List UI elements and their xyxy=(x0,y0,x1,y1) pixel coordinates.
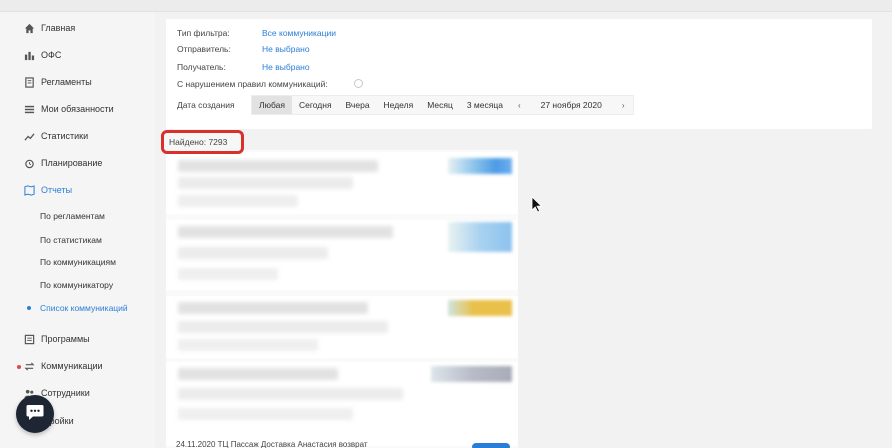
program-icon xyxy=(23,333,35,345)
communications-list xyxy=(166,150,518,448)
period-month-button[interactable]: Месяц xyxy=(420,96,460,114)
sidebar-subitem-label: По статистикам xyxy=(40,235,102,245)
blurred-text xyxy=(178,321,388,333)
sidebar-subitem-by-communicator[interactable]: По коммуникатору xyxy=(40,276,155,294)
period-selector: Любая Сегодня Вчера Неделя Месяц 3 месяц… xyxy=(251,95,634,115)
filter-violation-row: С нарушением правил коммуникаций: xyxy=(177,77,377,91)
trend-icon xyxy=(23,130,35,142)
date-value[interactable]: 27 ноября 2020 xyxy=(529,100,614,110)
sidebar-subitem-by-statistics[interactable]: По статистикам xyxy=(40,231,155,249)
list-icon xyxy=(23,103,35,115)
sidebar-item-label: Отчеты xyxy=(41,185,73,195)
blurred-text xyxy=(178,268,278,280)
notification-dot xyxy=(17,365,21,369)
filter-recipient-row: Получатель: Не выбрано xyxy=(177,60,310,74)
filter-sender-label: Отправитель: xyxy=(177,44,231,54)
blurred-text xyxy=(178,195,298,207)
home-icon xyxy=(23,22,35,34)
filter-violation-label: С нарушением правил коммуникаций: xyxy=(177,79,328,89)
filter-type-select[interactable]: Все коммуникации xyxy=(262,28,336,38)
sidebar-item-duties[interactable]: Мои обязанности xyxy=(0,98,155,120)
blurred-text xyxy=(178,160,378,172)
status-tag xyxy=(472,443,510,448)
date-filter-row: Дата создания Любая Сегодня Вчера Неделя… xyxy=(177,95,634,115)
sidebar-item-planning[interactable]: Планирование xyxy=(0,152,155,174)
sidebar-subitem-label: По регламентам xyxy=(40,211,105,221)
sidebar-item-label: Мои обязанности xyxy=(41,104,114,114)
period-any-button[interactable]: Любая xyxy=(252,96,292,114)
sidebar-subitem-label: По коммуникатору xyxy=(40,280,114,290)
date-filter-label: Дата создания xyxy=(177,100,235,110)
filter-recipient-label: Получатель: xyxy=(177,62,226,72)
chat-bubble-icon xyxy=(25,402,45,427)
status-tag xyxy=(448,222,512,252)
list-item[interactable] xyxy=(166,152,518,214)
sidebar: Главная ОФС Регламенты Мои обязанности С… xyxy=(0,12,155,448)
blurred-text xyxy=(178,177,353,189)
blurred-text xyxy=(178,408,353,420)
date-prev-button[interactable]: ‹ xyxy=(510,101,529,110)
found-count-label: Найдено: 7293 xyxy=(169,137,228,147)
list-item[interactable] xyxy=(166,296,518,358)
list-item[interactable] xyxy=(166,362,518,446)
sidebar-subitem-by-communications[interactable]: По коммуникациям xyxy=(40,253,155,271)
blurred-text xyxy=(178,339,318,351)
period-3months-button[interactable]: 3 месяца xyxy=(460,96,510,114)
filter-panel: Тип фильтра: Все коммуникации Отправител… xyxy=(166,19,872,129)
sidebar-item-programs[interactable]: Программы xyxy=(0,328,155,350)
sidebar-subitem-by-reglaments[interactable]: По регламентам xyxy=(40,207,155,225)
violation-radio[interactable] xyxy=(354,79,363,88)
arrows-icon xyxy=(23,360,35,372)
sidebar-subitem-label: По коммуникациям xyxy=(40,257,116,267)
period-week-button[interactable]: Неделя xyxy=(377,96,421,114)
mouse-cursor-icon xyxy=(531,196,543,218)
document-icon xyxy=(23,76,35,88)
filter-recipient-select[interactable]: Не выбрано xyxy=(262,62,310,72)
filter-sender-row: Отправитель: Не выбрано xyxy=(177,42,310,56)
sidebar-item-statistics[interactable]: Статистики xyxy=(0,125,155,147)
filter-type-label: Тип фильтра: xyxy=(177,28,230,38)
active-dot xyxy=(27,306,31,310)
sidebar-item-label: Программы xyxy=(41,334,90,344)
sidebar-item-home[interactable]: Главная xyxy=(0,17,155,39)
filter-sender-select[interactable]: Не выбрано xyxy=(262,44,310,54)
sidebar-item-label: Сотрудники xyxy=(41,388,90,398)
chat-button[interactable] xyxy=(16,395,54,433)
blurred-text xyxy=(178,226,393,238)
sidebar-item-label: Планирование xyxy=(41,158,103,168)
filter-type-row: Тип фильтра: Все коммуникации xyxy=(177,26,336,40)
status-tag xyxy=(431,366,512,382)
status-tag xyxy=(448,300,512,316)
sidebar-item-label: Регламенты xyxy=(41,77,92,87)
blurred-text xyxy=(178,388,403,400)
blurred-text xyxy=(178,368,338,380)
found-count: Найдено: 7293 xyxy=(161,130,244,154)
blurred-text xyxy=(178,247,328,259)
alarm-clock-icon xyxy=(23,157,35,169)
list-item[interactable] xyxy=(166,220,518,290)
report-icon xyxy=(23,184,35,196)
top-bar xyxy=(0,0,892,12)
sidebar-subitem-communications-list[interactable]: Список коммуникаций xyxy=(27,299,155,317)
sidebar-item-label: Коммуникации xyxy=(41,361,103,371)
sidebar-item-reglaments[interactable]: Регламенты xyxy=(0,71,155,93)
list-item-title[interactable]: 24.11.2020 ТЦ Пассаж Доставка Анастасия … xyxy=(176,440,368,448)
period-yesterday-button[interactable]: Вчера xyxy=(339,96,377,114)
sidebar-item-label: Главная xyxy=(41,23,76,33)
sidebar-subitem-label: Список коммуникаций xyxy=(40,303,128,313)
org-chart-icon xyxy=(23,49,35,61)
status-tag xyxy=(448,158,512,174)
sidebar-item-communications[interactable]: Коммуникации xyxy=(0,355,155,377)
period-today-button[interactable]: Сегодня xyxy=(292,96,339,114)
sidebar-item-label: ОФС xyxy=(41,50,62,60)
blurred-text xyxy=(178,302,368,314)
date-next-button[interactable]: › xyxy=(614,101,633,110)
sidebar-item-reports[interactable]: Отчеты xyxy=(0,179,155,201)
sidebar-item-ofs[interactable]: ОФС xyxy=(0,44,155,66)
sidebar-item-label: Статистики xyxy=(41,131,89,141)
